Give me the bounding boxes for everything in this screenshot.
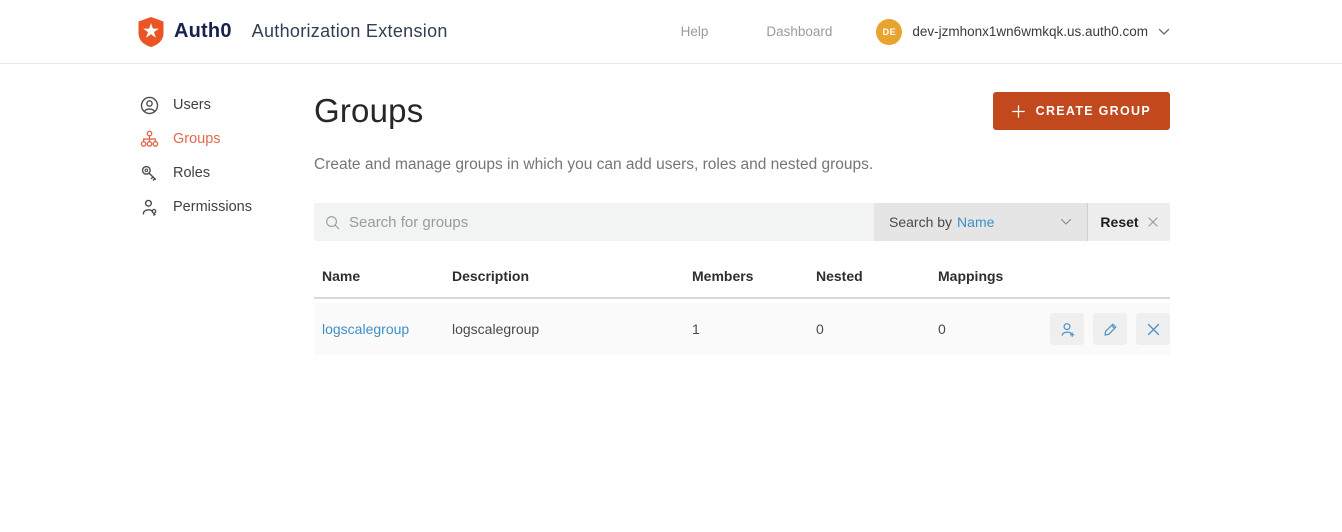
table-row: logscalegroup logscalegroup 1 0 0: [314, 303, 1170, 355]
page-description: Create and manage groups in which you ca…: [314, 156, 874, 173]
hierarchy-icon: [140, 130, 159, 147]
group-description: logscalegroup: [452, 321, 540, 337]
col-header-members: Members: [692, 268, 754, 284]
sidebar-item-label: Permissions: [173, 199, 252, 215]
page-title: Groups: [314, 92, 424, 129]
auth0-brand: Auth0 Authorization Extension: [137, 16, 448, 47]
sidebar-item-users[interactable]: Users: [140, 88, 310, 122]
tenant-domain: dev-jzmhonx1wn6wmkqk.us.auth0.com: [912, 24, 1148, 39]
reset-label: Reset: [1100, 214, 1139, 230]
user-circle-icon: [140, 96, 159, 114]
search-bar: Search by Name Reset: [314, 203, 1170, 241]
top-nav: Help Dashboard: [681, 24, 833, 39]
sidebar-item-roles[interactable]: Roles: [140, 156, 310, 190]
avatar: DE: [876, 18, 903, 45]
col-header-name: Name: [322, 268, 361, 284]
auth0-logo-icon: [138, 16, 164, 47]
reset-button[interactable]: Reset: [1087, 203, 1170, 241]
chevron-down-icon: [1158, 28, 1170, 35]
delete-icon: [1147, 323, 1159, 335]
help-link[interactable]: Help: [681, 24, 709, 39]
sidebar-item-label: Roles: [173, 165, 211, 181]
plus-icon: [1011, 104, 1025, 118]
col-header-nested: Nested: [816, 268, 863, 284]
main-content: Groups CREATE GROUP Create and manage gr…: [314, 64, 1170, 355]
dashboard-link[interactable]: Dashboard: [766, 24, 832, 39]
search-by-value: Name: [957, 214, 995, 230]
delete-group-button[interactable]: [1136, 313, 1170, 345]
sidebar-nav: Users Groups Roles Permissions: [140, 88, 310, 224]
brand-wordmark: Auth0: [174, 20, 232, 42]
keys-icon: [141, 165, 157, 181]
groups-table: Name Description Members Nested Mappings…: [314, 268, 1170, 355]
group-name-link[interactable]: logscalegroup: [314, 321, 444, 337]
search-field[interactable]: [314, 203, 874, 241]
search-by-prefix: Search by: [889, 214, 953, 230]
sidebar-item-label: Groups: [173, 131, 221, 147]
search-icon: [326, 215, 340, 229]
group-mappings-count: 0: [938, 321, 946, 337]
sidebar-item-permissions[interactable]: Permissions: [140, 190, 310, 224]
table-header-row: Name Description Members Nested Mappings: [314, 268, 1170, 299]
app-title: Authorization Extension: [251, 21, 448, 41]
top-header: Auth0 Authorization Extension Help Dashb…: [0, 0, 1342, 64]
chevron-down-icon: [1060, 218, 1072, 225]
col-header-description: Description: [452, 268, 530, 284]
create-group-label: CREATE GROUP: [1035, 104, 1151, 118]
sidebar-item-label: Users: [173, 97, 211, 113]
row-actions: [1042, 313, 1170, 345]
sidebar-item-groups[interactable]: Groups: [140, 122, 310, 156]
edit-icon: [1103, 323, 1116, 336]
add-member-button[interactable]: [1050, 313, 1084, 345]
group-members-count: 1: [692, 321, 700, 337]
edit-group-button[interactable]: [1093, 313, 1127, 345]
group-nested-count: 0: [816, 321, 824, 337]
search-input[interactable]: [349, 213, 863, 231]
search-by-dropdown[interactable]: Search by Name: [874, 203, 1087, 241]
col-header-mappings: Mappings: [938, 268, 1004, 284]
account-menu[interactable]: DE dev-jzmhonx1wn6wmkqk.us.auth0.com: [876, 18, 1170, 45]
close-icon: [1148, 217, 1158, 227]
create-group-button[interactable]: CREATE GROUP: [992, 92, 1170, 130]
add-member-icon: [1061, 322, 1074, 337]
person-key-icon: [142, 199, 157, 216]
